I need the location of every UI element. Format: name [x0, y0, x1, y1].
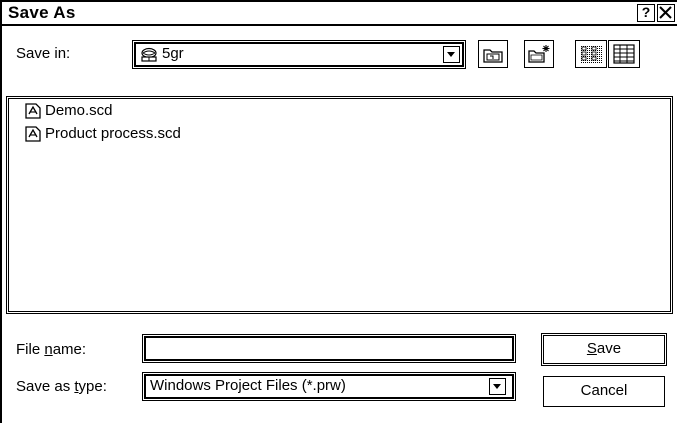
chevron-down-icon [447, 52, 455, 57]
file-name-text: Product process.scd [45, 125, 181, 142]
new-folder-icon [528, 45, 550, 63]
new-folder-button[interactable] [524, 40, 554, 68]
save-in-value: 5gr [162, 45, 184, 62]
cancel-button[interactable]: Cancel [543, 376, 665, 407]
close-button[interactable] [657, 4, 675, 22]
details-view-button[interactable] [608, 40, 640, 68]
close-icon [659, 6, 672, 19]
help-button[interactable]: ? [637, 4, 655, 22]
file-name-label: File name: [16, 341, 86, 358]
network-drive-icon [141, 47, 157, 62]
save-as-dialog: Save As ? Save in: 5gr Demo.scd Product … [0, 0, 677, 423]
document-icon [25, 126, 41, 142]
dialog-title: Save As [8, 3, 76, 22]
chevron-down-icon [493, 384, 501, 389]
save-as-type-label: Save as type: [16, 378, 107, 395]
help-icon: ? [641, 4, 651, 20]
save-as-type-dropdown-button[interactable] [489, 378, 506, 395]
save-as-type-label-part: ype: [78, 378, 107, 395]
save-button-label: ave [596, 340, 622, 357]
file-list[interactable]: Demo.scd Product process.scd [6, 96, 673, 314]
document-icon [25, 103, 41, 119]
file-name-label-mnemonic: n [44, 341, 53, 358]
list-view-button[interactable] [575, 40, 607, 68]
save-as-type-label-part: Save as [16, 378, 75, 395]
up-one-level-button[interactable] [478, 40, 508, 68]
save-as-type-value: Windows Project Files (*.prw) [150, 377, 346, 394]
title-bar[interactable]: Save As ? [2, 2, 677, 26]
up-one-level-icon [483, 49, 503, 63]
file-name-input[interactable] [142, 334, 516, 363]
save-as-type-dropdown[interactable]: Windows Project Files (*.prw) [142, 372, 516, 401]
details-view-icon [613, 44, 635, 64]
file-name-label-part: File [16, 341, 45, 358]
save-in-dropdown-button[interactable] [443, 46, 460, 63]
cancel-button-label: Cancel [580, 382, 628, 399]
save-button-mnemonic: S [586, 340, 597, 357]
save-in-label: Save in: [16, 45, 71, 62]
save-in-dropdown[interactable]: 5gr [132, 40, 466, 69]
file-name-label-part: ame: [52, 341, 87, 358]
file-name-text: Demo.scd [45, 102, 113, 119]
save-button[interactable]: Save [540, 332, 668, 367]
list-view-icon [580, 45, 602, 63]
